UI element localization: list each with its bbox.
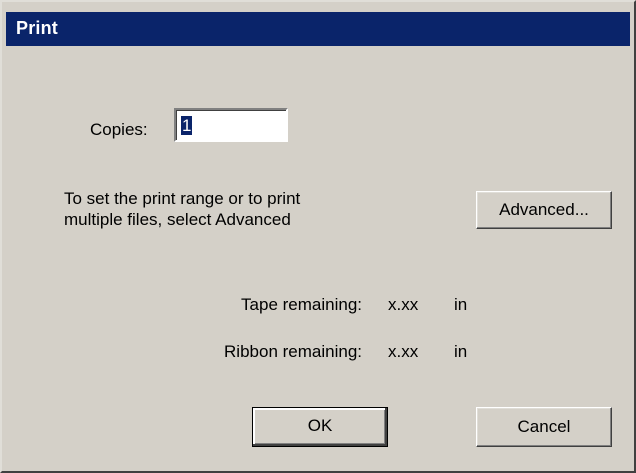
tape-remaining-unit: in xyxy=(454,295,468,314)
cancel-button[interactable]: Cancel xyxy=(476,407,612,447)
ribbon-remaining-label: Ribbon remaining: xyxy=(224,342,362,361)
print-range-note-line1: To set the print range or to print xyxy=(64,189,301,208)
title-bar[interactable]: Print xyxy=(6,12,630,46)
tape-remaining-value: x.xx xyxy=(388,295,419,314)
copies-label: Copies: xyxy=(90,120,148,139)
print-range-note-line2: multiple files, select Advanced xyxy=(64,210,291,229)
window-title: Print xyxy=(16,18,59,38)
tape-remaining-label: Tape remaining: xyxy=(241,295,362,314)
copies-input[interactable]: 1 xyxy=(174,108,288,142)
print-range-note: To set the print range or to print multi… xyxy=(64,188,394,230)
ribbon-remaining-value: x.xx xyxy=(388,342,419,361)
copies-value: 1 xyxy=(181,116,193,135)
ok-button[interactable]: OK xyxy=(252,407,388,447)
ribbon-remaining-unit: in xyxy=(454,342,468,361)
advanced-button[interactable]: Advanced... xyxy=(476,191,612,229)
print-dialog: Print Copies: 1 To set the print range o… xyxy=(0,0,636,473)
